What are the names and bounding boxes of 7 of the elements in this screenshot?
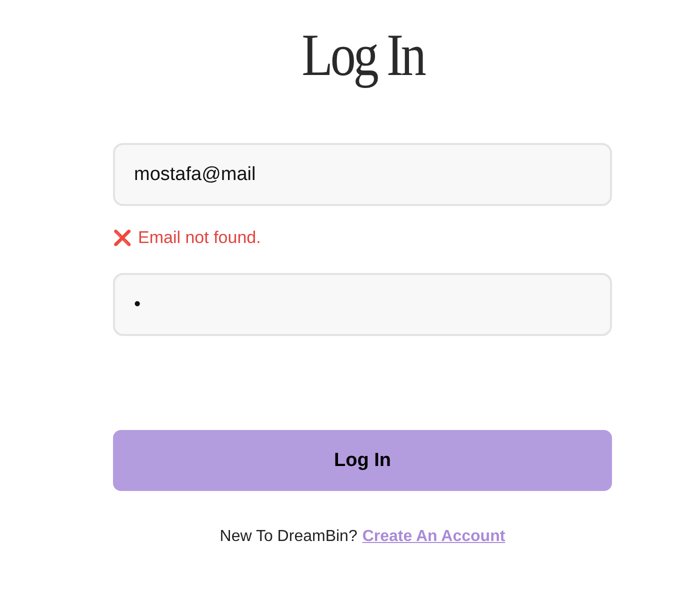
- error-message: Email not found.: [138, 228, 261, 248]
- login-button[interactable]: Log In: [113, 430, 612, 491]
- error-icon: ❌: [113, 229, 132, 247]
- email-field[interactable]: mostafa@mail: [113, 143, 612, 206]
- page-title: Log In: [301, 22, 424, 88]
- signup-prompt: New To DreamBin?: [220, 528, 358, 546]
- password-field[interactable]: •: [113, 273, 612, 336]
